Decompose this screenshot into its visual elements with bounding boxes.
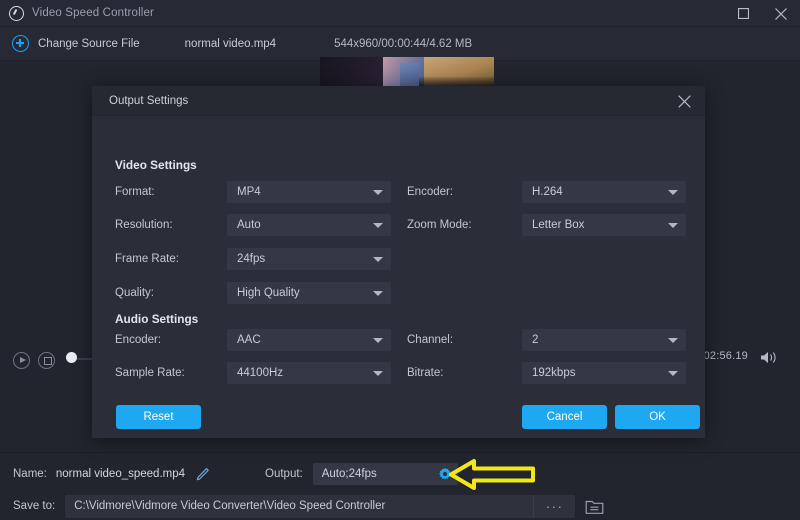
app-window: Video Speed Controller Change Source Fil… (0, 0, 800, 520)
save-to-row: Save to: C:\Vidmore\Vidmore Video Conver… (0, 493, 800, 519)
save-to-field[interactable]: C:\Vidmore\Vidmore Video Converter\Video… (65, 495, 575, 518)
app-logo-icon (9, 6, 24, 21)
save-to-label: Save to: (13, 500, 55, 512)
dialog-footer: Reset Cancel OK (92, 398, 705, 438)
chevron-down-icon (373, 291, 383, 296)
save-to-value: C:\Vidmore\Vidmore Video Converter\Video… (65, 500, 533, 512)
channel-value: 2 (532, 334, 538, 346)
encoder-select[interactable]: H.264 (522, 181, 686, 203)
chevron-down-icon (668, 371, 678, 376)
left-arrow-annotation (448, 456, 538, 494)
frame-rate-value: 24fps (237, 253, 265, 265)
seek-slider-handle[interactable] (66, 352, 77, 363)
sample-rate-select[interactable]: 44100Hz (227, 362, 391, 384)
maximize-icon[interactable] (724, 0, 762, 27)
pencil-icon[interactable] (195, 467, 210, 482)
field-bitrate-label-wrap: Bitrate: (407, 362, 443, 384)
resolution-select[interactable]: Auto (227, 214, 391, 236)
audio-encoder-select[interactable]: AAC (227, 329, 391, 351)
chevron-down-icon (668, 223, 678, 228)
play-icon[interactable] (13, 352, 30, 369)
ok-button[interactable]: OK (615, 405, 700, 429)
chevron-down-icon (373, 257, 383, 262)
close-icon[interactable] (673, 90, 695, 112)
video-preview (320, 57, 494, 88)
field-frame-rate-label-wrap: Frame Rate: (115, 248, 179, 270)
format-value: MP4 (237, 186, 261, 198)
dialog-title: Output Settings (109, 95, 188, 107)
bitrate-value: 192kbps (532, 367, 575, 379)
browse-button[interactable]: ··· (533, 495, 575, 518)
name-label: Name: (13, 468, 47, 480)
sample-rate-label: Sample Rate: (115, 367, 185, 379)
chevron-down-icon (373, 223, 383, 228)
dialog-header: Output Settings (92, 86, 705, 116)
zoom-mode-select[interactable]: Letter Box (522, 214, 686, 236)
dialog-body: Video Settings Format: MP4 Encoder: H.26… (92, 116, 705, 398)
field-zoom-mode-label-wrap: Zoom Mode: (407, 214, 472, 236)
frame-rate-label: Frame Rate: (115, 253, 179, 265)
frame-rate-select[interactable]: 24fps (227, 248, 391, 270)
bottom-panel: Name: normal video_speed.mp4 Output: Aut… (0, 452, 800, 520)
close-icon[interactable] (762, 0, 800, 27)
source-file-meta: 544x960/00:00:44/4.62 MB (334, 38, 472, 50)
format-select[interactable]: MP4 (227, 181, 391, 203)
field-quality-label-wrap: Quality: (115, 282, 154, 304)
window-title: Video Speed Controller (32, 7, 154, 19)
title-bar: Video Speed Controller (0, 0, 800, 27)
folder-icon[interactable] (585, 498, 604, 515)
video-settings-title: Video Settings (115, 158, 197, 172)
output-field[interactable]: Auto;24fps (313, 463, 458, 485)
zoom-mode-label: Zoom Mode: (407, 219, 472, 231)
output-label: Output: (265, 468, 303, 480)
channel-label: Channel: (407, 334, 453, 346)
audio-encoder-label: Encoder: (115, 334, 161, 346)
chevron-down-icon (373, 371, 383, 376)
field-resolution-label-wrap: Resolution: (115, 214, 173, 236)
zoom-mode-value: Letter Box (532, 219, 584, 231)
source-toolbar: Change Source File normal video.mp4 544x… (0, 27, 800, 61)
speaker-icon[interactable] (760, 350, 780, 365)
chevron-down-icon (373, 190, 383, 195)
quality-label: Quality: (115, 287, 154, 299)
cancel-button[interactable]: Cancel (522, 405, 607, 429)
bitrate-label: Bitrate: (407, 367, 443, 379)
resolution-value: Auto (237, 219, 261, 231)
name-row: Name: normal video_speed.mp4 Output: Aut… (0, 461, 800, 487)
channel-select[interactable]: 2 (522, 329, 686, 351)
field-encoder-label-wrap: Encoder: (407, 181, 453, 203)
window-controls (724, 0, 800, 27)
bitrate-select[interactable]: 192kbps (522, 362, 686, 384)
field-sample-rate-label-wrap: Sample Rate: (115, 362, 185, 384)
output-settings-dialog: Output Settings Video Settings Format: M… (92, 86, 705, 438)
name-value: normal video_speed.mp4 (56, 468, 185, 480)
chevron-down-icon (668, 190, 678, 195)
output-value: Auto;24fps (322, 468, 377, 480)
chevron-down-icon (668, 338, 678, 343)
quality-select[interactable]: High Quality (227, 282, 391, 304)
quality-value: High Quality (237, 287, 300, 299)
preview-region-arm (400, 63, 419, 88)
encoder-value: H.264 (532, 186, 563, 198)
source-file-name: normal video.mp4 (185, 38, 276, 50)
field-audio-encoder-label-wrap: Encoder: (115, 329, 161, 351)
sample-rate-value: 44100Hz (237, 367, 283, 379)
resolution-label: Resolution: (115, 219, 173, 231)
field-channel-label-wrap: Channel: (407, 329, 453, 351)
chevron-down-icon (373, 338, 383, 343)
audio-encoder-value: AAC (237, 334, 261, 346)
circle-plus-icon[interactable] (12, 35, 29, 52)
reset-button[interactable]: Reset (116, 405, 201, 429)
stop-icon[interactable] (38, 352, 55, 369)
audio-settings-title: Audio Settings (115, 312, 198, 326)
encoder-label: Encoder: (407, 186, 453, 198)
change-source-file-button[interactable]: Change Source File (38, 38, 140, 50)
format-label: Format: (115, 186, 155, 198)
